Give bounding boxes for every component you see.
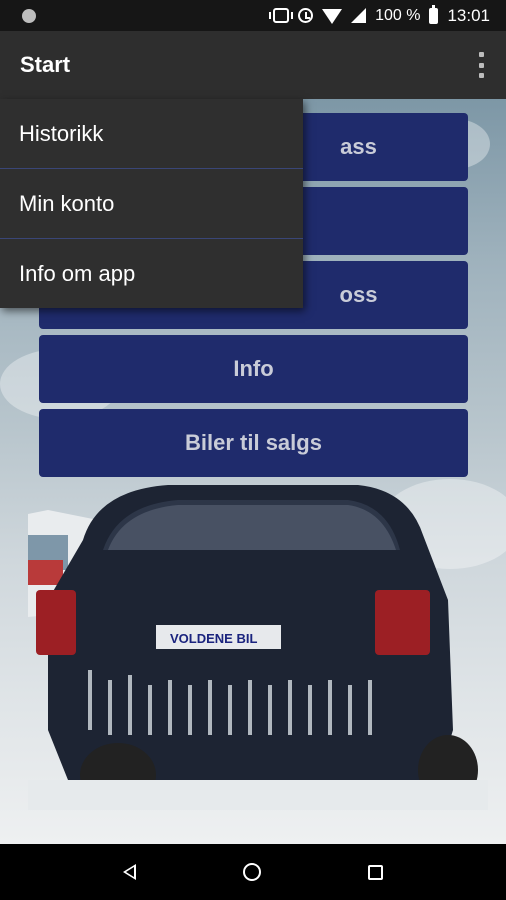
button-label: Biler til salgs bbox=[185, 430, 322, 455]
app-screen: VOLDENE BIL ass oss Info Biler til salgs… bbox=[0, 0, 506, 900]
info-button[interactable]: Info bbox=[39, 335, 468, 403]
page-title: Start bbox=[20, 52, 71, 77]
vibrate-icon bbox=[269, 8, 294, 23]
menu-item-label: Min konto bbox=[19, 190, 115, 216]
navigation-bar bbox=[0, 844, 506, 900]
app-toolbar: Start bbox=[0, 31, 506, 99]
button-label: Info bbox=[233, 356, 274, 381]
clock: 13:01 bbox=[447, 5, 490, 25]
home-icon[interactable] bbox=[242, 863, 261, 881]
battery-percent: 100 % bbox=[375, 6, 421, 24]
overflow-popup-menu: Historikk Min konto Info om app bbox=[0, 99, 303, 308]
button-label: ass bbox=[340, 134, 377, 159]
plate-logo: VOLDENE BIL bbox=[170, 631, 257, 646]
menu-item-label: Historikk bbox=[19, 120, 104, 146]
menu-item-info-om-app[interactable]: Info om app bbox=[0, 239, 303, 309]
battery-icon bbox=[429, 4, 439, 24]
menu-item-historikk[interactable]: Historikk bbox=[0, 99, 303, 169]
signal-icon bbox=[351, 8, 367, 23]
status-bar: 100 % 13:01 bbox=[0, 0, 506, 31]
back-icon[interactable] bbox=[123, 864, 137, 880]
button-label: oss bbox=[339, 282, 378, 307]
cars-for-sale-button[interactable]: Biler til salgs bbox=[39, 409, 468, 477]
notification-dot-icon bbox=[22, 8, 36, 23]
menu-item-min-konto[interactable]: Min konto bbox=[0, 169, 303, 239]
wifi-icon bbox=[322, 9, 343, 24]
menu-item-label: Info om app bbox=[19, 261, 136, 286]
recent-apps-icon[interactable] bbox=[367, 864, 383, 880]
overflow-menu-icon[interactable] bbox=[476, 52, 486, 78]
car-image: VOLDENE BIL bbox=[28, 485, 488, 810]
alarm-icon bbox=[298, 8, 314, 23]
